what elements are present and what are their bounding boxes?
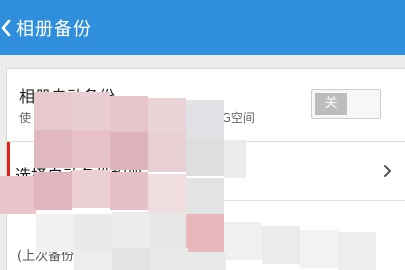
auto-backup-title: 相册自动备份	[19, 87, 116, 106]
page-title: 相册备份	[16, 18, 92, 40]
auto-backup-row: 相册自动备份 使 5G空间 关	[7, 69, 405, 142]
auto-backup-toggle[interactable]: 关	[311, 89, 381, 119]
select-album-label: 选择自动备份相册	[15, 166, 144, 185]
select-album-row[interactable]: 选择自动备份相册	[7, 142, 405, 201]
auto-backup-subtitle: 使	[19, 111, 32, 125]
settings-card: 相册自动备份 使 5G空间 关 选择自动备份相册 (上次备份	[6, 68, 405, 270]
select-album-accent	[7, 142, 10, 200]
toggle-knob: 关	[315, 93, 347, 115]
header-bar: 相册备份	[0, 0, 405, 55]
last-backup-row: (上次备份	[7, 201, 405, 270]
back-button[interactable]: 相册备份	[0, 0, 92, 55]
app-screen: 相册备份 相册自动备份 使 5G空间 关 选择自动备份相册 (上次备份	[0, 0, 405, 270]
last-backup-label: (上次备份	[17, 249, 75, 264]
chevron-right-icon	[384, 165, 391, 177]
auto-backup-subtitle-tail: 5G空间	[214, 111, 255, 125]
back-arrow-icon	[1, 19, 11, 36]
